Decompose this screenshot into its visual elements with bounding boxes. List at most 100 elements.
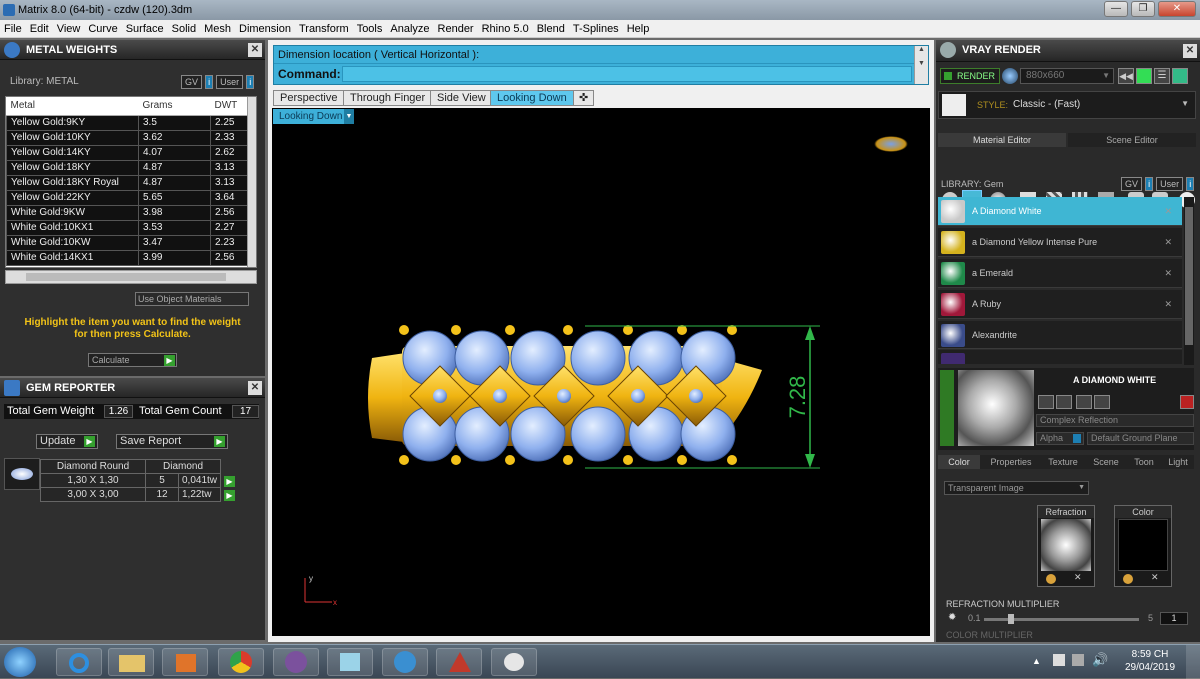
menu-dimension[interactable]: Dimension (235, 20, 295, 38)
material-item[interactable]: Alexandrite (938, 321, 1182, 349)
viewport[interactable]: Looking Down ▼ 7.28 y x (272, 108, 930, 636)
refraction-multiplier-slider[interactable]: ✹ 0.1 5 1 (948, 612, 1192, 626)
metal-row[interactable]: Yellow Gold:22KY 5.65 3.64 (6, 189, 250, 206)
metal-close-button[interactable]: ✕ (248, 43, 262, 57)
gem-gv-button[interactable]: GV (1121, 177, 1143, 191)
material-item[interactable]: a Diamond Yellow Intense Pure ✕ (938, 228, 1182, 257)
menu-curve[interactable]: Curve (84, 20, 121, 38)
folder-icon[interactable] (108, 648, 154, 676)
refresh-icon[interactable] (1180, 395, 1194, 409)
slider-thumb[interactable] (1008, 614, 1014, 624)
color-edit-icon[interactable] (1123, 574, 1133, 584)
matrix-app-icon[interactable] (382, 648, 428, 676)
ground-plane-select[interactable]: Default Ground Plane (1087, 432, 1194, 445)
command-input[interactable] (342, 66, 912, 82)
subtab-texture[interactable]: Texture (1042, 455, 1084, 469)
color-mode-select[interactable]: Transparent Image ▼ (944, 481, 1089, 495)
menu-view[interactable]: View (53, 20, 85, 38)
gem-row-select-icon[interactable]: ▶ (224, 476, 235, 487)
menu-file[interactable]: File (0, 20, 26, 38)
tab-perspective[interactable]: Perspective (273, 90, 345, 106)
gem-user-info-icon[interactable]: i (1186, 177, 1195, 191)
network-icon[interactable] (1072, 654, 1084, 666)
gem-gv-info-icon[interactable]: i (1145, 177, 1154, 191)
material-item[interactable]: A Ruby ✕ (938, 290, 1182, 319)
subtab-light[interactable]: Light (1162, 455, 1194, 469)
material-item[interactable]: a Emerald ✕ (938, 259, 1182, 288)
collapse-handle[interactable] (940, 370, 954, 446)
tab-through-finger[interactable]: Through Finger (343, 90, 433, 106)
gem-user-button[interactable]: User (1156, 177, 1184, 191)
render-settings-icon[interactable] (1002, 68, 1018, 84)
use-object-materials-checkbox[interactable]: Use Object Materials (135, 292, 249, 306)
subtab-scene[interactable]: Scene (1086, 455, 1126, 469)
menu-transform[interactable]: Transform (295, 20, 353, 38)
grid-icon[interactable] (1172, 68, 1188, 84)
menu-solid[interactable]: Solid (168, 20, 200, 38)
metal-row[interactable]: Yellow Gold:10KY 3.62 2.33 (6, 129, 250, 146)
show-desktop-button[interactable] (1186, 645, 1200, 679)
menu-surface[interactable]: Surface (122, 20, 168, 38)
media-player-icon[interactable] (162, 648, 208, 676)
subtab-properties[interactable]: Properties (982, 455, 1040, 469)
gem-row[interactable]: 1,30 X 1,30 5 0,041tw (40, 473, 222, 488)
metal-row[interactable]: White Gold:14KX1 3.99 2.56 (6, 249, 250, 266)
rewind-icon[interactable]: ◀◀ (1118, 68, 1134, 84)
image-icon[interactable] (1136, 68, 1152, 84)
color-clear-icon[interactable]: ✕ (1151, 572, 1159, 583)
metal-gv-info-icon[interactable]: i (205, 75, 214, 89)
metal-user-info-icon[interactable]: i (246, 75, 255, 89)
refraction-clear-icon[interactable]: ✕ (1074, 572, 1082, 583)
reflection-select[interactable]: Complex Reflection (1036, 414, 1194, 427)
clock[interactable]: 8:59 CH 29/04/2019 (1120, 648, 1180, 674)
metal-row[interactable]: White Gold:10KW 3.47 2.23 (6, 234, 250, 251)
tab-looking-down[interactable]: Looking Down (490, 90, 574, 106)
start-button-icon[interactable] (4, 647, 36, 677)
metal-row[interactable]: Yellow Gold:14KY 4.07 2.62 (6, 144, 250, 161)
close-icon[interactable]: ✕ (1164, 259, 1172, 288)
metal-row[interactable]: White Gold:10KX1 3.53 2.27 (6, 219, 250, 236)
tray-expand-icon[interactable]: ▲ (1032, 656, 1041, 666)
material-tool-icon[interactable] (1094, 395, 1110, 409)
volume-icon[interactable]: 🔊 (1092, 652, 1108, 668)
dwt-col-header[interactable]: DWT (210, 97, 250, 116)
material-list-scrollbar[interactable] (1184, 197, 1194, 365)
update-button[interactable]: Update ▶ (36, 434, 98, 449)
close-icon[interactable]: ✕ (1164, 290, 1172, 319)
metal-gv-button[interactable]: GV (181, 75, 203, 89)
paint-icon[interactable] (491, 648, 537, 676)
menu-edit[interactable]: Edit (26, 20, 53, 38)
color-box[interactable]: Color ✕ (1114, 505, 1172, 587)
command-scrollbar[interactable]: ▲ ▼ (914, 46, 928, 84)
menu-render[interactable]: Render (434, 20, 478, 38)
tab-material-editor[interactable]: Material Editor (938, 133, 1066, 147)
close-icon[interactable]: ✕ (1164, 197, 1172, 226)
metal-row[interactable]: Yellow Gold:18KY Royal 4.87 3.13 (6, 174, 250, 191)
gem-close-button[interactable]: ✕ (248, 381, 262, 395)
alpha-field[interactable]: Alpha (1036, 432, 1084, 445)
tab-side-view[interactable]: Side View (430, 90, 493, 106)
add-view-tab-button[interactable]: ✜ (573, 90, 595, 106)
menu-blend[interactable]: Blend (533, 20, 569, 38)
gem-row-select-icon[interactable]: ▶ (224, 490, 235, 501)
metal-row[interactable]: White Gold:9KW 3.98 2.56 (6, 204, 250, 221)
metal-table-scrollbar[interactable] (247, 97, 256, 267)
notebook-icon[interactable] (327, 648, 373, 676)
menu-tsplines[interactable]: T-Splines (569, 20, 623, 38)
calculate-button[interactable]: Calculate ▶ (88, 353, 177, 367)
subtab-toon[interactable]: Toon (1128, 455, 1160, 469)
material-tool-icon[interactable] (1056, 395, 1072, 409)
menu-tools[interactable]: Tools (353, 20, 387, 38)
tab-scene-editor[interactable]: Scene Editor (1068, 133, 1196, 147)
material-tool-icon[interactable] (1076, 395, 1092, 409)
rhino-app-icon[interactable] (436, 648, 482, 676)
viber-icon[interactable] (273, 648, 319, 676)
menu-analyze[interactable]: Analyze (386, 20, 433, 38)
gem-row[interactable]: 3,00 X 3,00 12 1,22tw (40, 487, 222, 502)
minimize-button[interactable]: — (1104, 1, 1128, 17)
style-select[interactable]: STYLE: Classic - (Fast) ▼ (938, 91, 1196, 119)
metal-col-header[interactable]: Metal (6, 97, 139, 116)
vray-close-button[interactable]: ✕ (1183, 44, 1197, 58)
flag-icon[interactable] (1053, 654, 1065, 666)
close-icon[interactable]: ✕ (1164, 228, 1172, 257)
